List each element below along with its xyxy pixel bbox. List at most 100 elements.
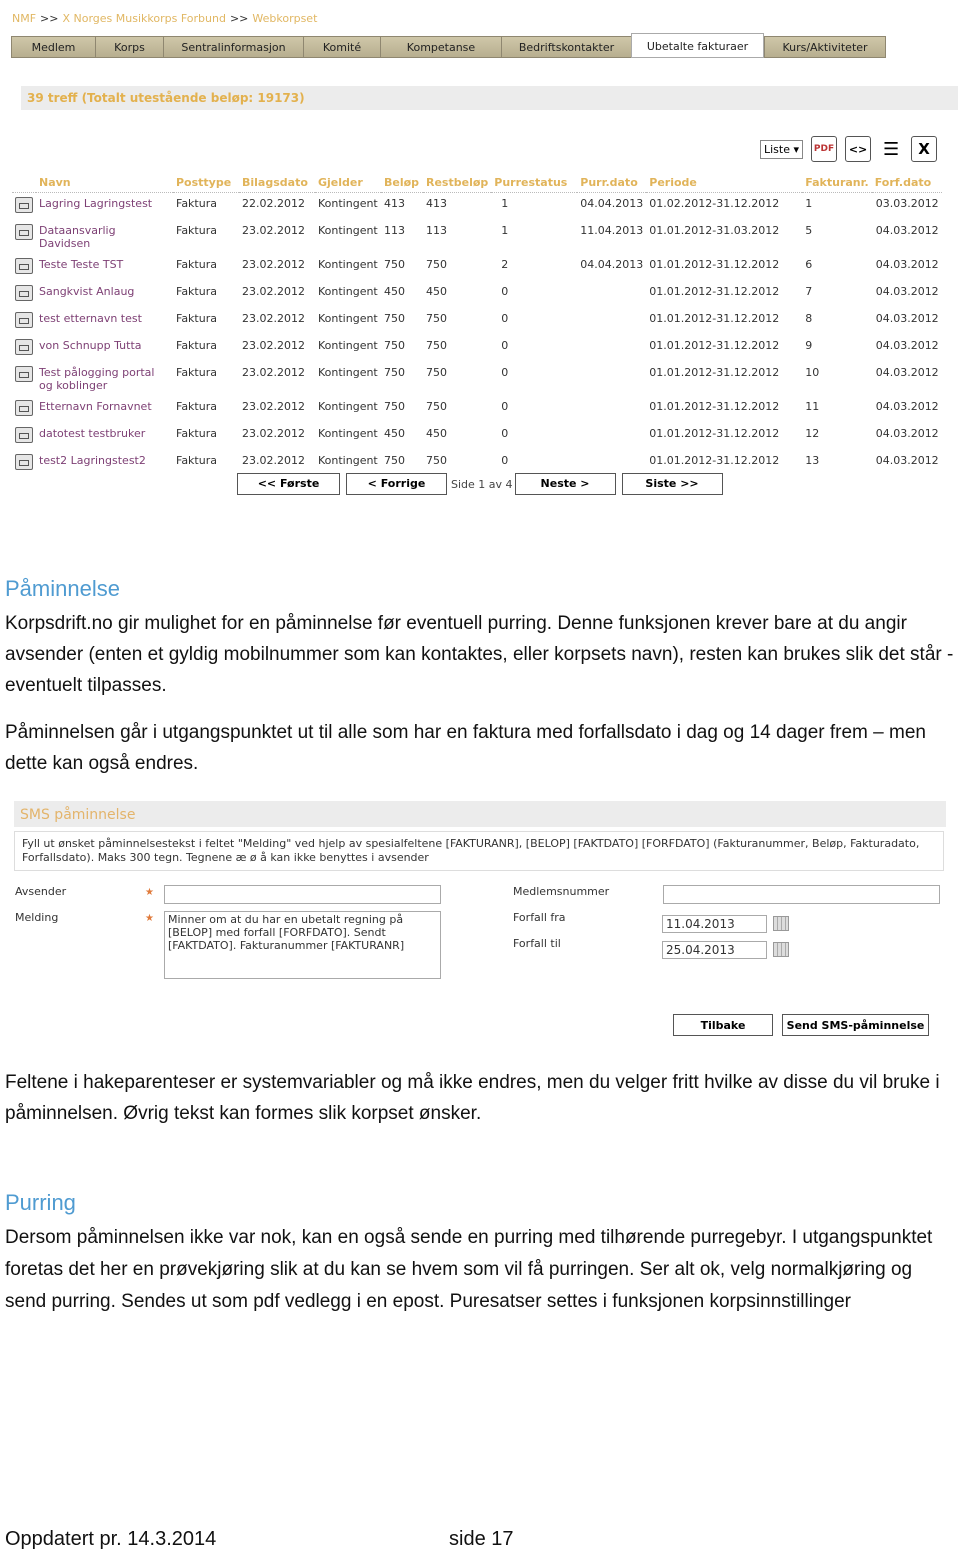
view-select[interactable]: Liste ▾ <box>760 139 804 159</box>
next-page-button[interactable]: Neste > <box>514 473 616 495</box>
cell-periode: 01.01.2012-31.12.2012 <box>649 339 780 352</box>
back-button[interactable]: Tilbake <box>673 1014 773 1036</box>
invoice-document-icon[interactable] <box>15 454 33 470</box>
cell-purrdato <box>577 423 646 450</box>
avsender-field[interactable] <box>164 885 441 904</box>
breadcrumb-webkorpset[interactable]: Webkorpset <box>252 12 317 25</box>
invoice-document-icon[interactable] <box>15 400 33 416</box>
calendar-icon[interactable] <box>773 942 789 957</box>
cell-gjelder: Kontingent <box>318 339 378 352</box>
col-header-forfdato[interactable]: Forf.dato <box>871 174 942 193</box>
prev-page-button[interactable]: < Forrige <box>346 473 447 495</box>
col-header-gjelder[interactable]: Gjelder <box>315 174 381 193</box>
cell-name[interactable]: test etternavn test <box>36 308 173 335</box>
cell-name[interactable]: datotest testbruker <box>36 423 173 450</box>
medlemsnummer-label: Medlemsnummer <box>513 885 610 898</box>
col-header-restbelop[interactable]: Restbeløp <box>423 174 492 193</box>
breadcrumb-forbund[interactable]: X Norges Musikkorps Forbund <box>62 12 225 25</box>
col-header-purrestatus[interactable]: Purrestatus <box>491 174 578 193</box>
table-row[interactable]: Sangkvist Anlaug Faktura 23.02.2012 Konting… <box>12 281 942 308</box>
invoice-document-icon[interactable] <box>15 339 33 355</box>
invoice-document-icon[interactable] <box>15 258 33 274</box>
section-title-paminnelse: Påminnelse <box>5 576 120 601</box>
table-row[interactable]: von Schnupp Tutta Faktura 23.02.2012 Kontin… <box>12 335 942 362</box>
excel-icon[interactable]: X <box>911 136 938 162</box>
breadcrumb-nmf[interactable]: NMF <box>12 12 36 25</box>
col-header-navn[interactable]: Navn <box>36 174 173 193</box>
cell-fakturanr: 10 <box>805 366 820 379</box>
col-header-periode[interactable]: Periode <box>646 174 803 193</box>
cell-periode: 01.02.2012-31.12.2012 <box>649 197 780 210</box>
table-row[interactable]: Teste Teste TST Faktura 23.02.2012 Kontinge… <box>12 254 942 281</box>
row-icon-cell <box>12 254 36 281</box>
cell-name[interactable]: Lagring Lagringstest <box>36 193 173 221</box>
cell-purrestatus: 0 <box>501 312 509 325</box>
list-icon[interactable]: ☰ <box>879 137 904 161</box>
invoice-document-icon[interactable] <box>15 224 33 240</box>
invoice-document-icon[interactable] <box>15 312 33 328</box>
cell-name[interactable]: Teste Teste TST <box>36 254 173 281</box>
forfall-fra-field[interactable]: 11.04.2013 <box>662 915 767 933</box>
purring-paragraph: Dersom påminnelsen ikke var nok, kan en … <box>5 1227 933 1312</box>
cell-gjelder: Kontingent <box>318 197 378 210</box>
invoice-document-icon[interactable] <box>15 197 33 213</box>
last-page-button[interactable]: Siste >> <box>621 473 723 495</box>
nav-tab-sentralinformasjon[interactable]: Sentralinformasjon <box>163 36 303 58</box>
calendar-icon[interactable] <box>773 916 789 931</box>
cell-fakturanr: 8 <box>805 312 813 325</box>
cell-posttype: Faktura <box>176 312 217 325</box>
nav-tab-korps[interactable]: Korps <box>95 36 163 58</box>
table-row[interactable]: datotest testbruker Faktura 23.02.2012 Kont… <box>12 423 942 450</box>
table-row[interactable]: Test pålogging portal og koblinger Faktur… <box>12 362 942 396</box>
col-header-fakturanr[interactable]: Fakturanr. <box>802 174 872 193</box>
nav-tab-komite[interactable]: Komité <box>303 36 380 58</box>
nav-tab-kurs-aktiviteter[interactable]: Kurs/Aktiviteter <box>764 36 886 58</box>
melding-textarea[interactable]: Minner om at du har en ubetalt regning p… <box>164 911 441 979</box>
cell-purrdato <box>577 281 646 308</box>
cell-fakturanr: 13 <box>805 454 820 467</box>
send-sms-button[interactable]: Send SMS-påminnelse <box>782 1014 929 1036</box>
forfall-til-field[interactable]: 25.04.2013 <box>662 941 767 959</box>
nav-tab-medlem[interactable]: Medlem <box>11 36 95 58</box>
table-row[interactable]: Etternavn Fornavnet Faktura 23.02.2012 Kont… <box>12 396 942 423</box>
table-row[interactable]: Dataansvarlig Davidsen Faktura 23.02.2012 K… <box>12 220 942 254</box>
section-title-purring: Purring <box>5 1190 76 1215</box>
cell-name[interactable]: test2 Lagringstest2 <box>36 450 173 477</box>
cell-name[interactable]: Etternavn Fornavnet <box>36 396 173 423</box>
cell-bilagsdato: 23.02.2012 <box>242 258 305 271</box>
nav-tab-bedriftskontakter[interactable]: Bedriftskontakter <box>501 36 631 58</box>
table-row[interactable]: Lagring Lagringstest Faktura 22.02.2012 Kon… <box>12 193 942 221</box>
col-header-purrdato[interactable]: Purr.dato <box>577 174 647 193</box>
footer-page-number: side 17 <box>449 1528 514 1550</box>
xml-icon[interactable]: <> <box>845 136 872 162</box>
cell-posttype: Faktura <box>176 366 217 379</box>
cell-name[interactable]: von Schnupp Tutta <box>36 335 173 362</box>
required-star-icon: ★ <box>145 887 154 898</box>
first-page-button[interactable]: << Første <box>237 473 340 495</box>
main-nav: Medlem Korps Sentralinformasjon Komité K… <box>11 33 886 60</box>
cell-belop: 750 <box>384 258 405 271</box>
cell-belop: 750 <box>384 339 405 352</box>
page-status: Side 1 av 4 <box>451 477 513 491</box>
cell-name[interactable]: Test pålogging portal og koblinger <box>36 362 173 396</box>
nav-tab-kompetanse[interactable]: Kompetanse <box>380 36 501 58</box>
breadcrumb: NMF >> X Norges Musikkorps Forbund >> Webkor… <box>12 12 317 25</box>
pdf-icon[interactable]: PDF <box>811 136 838 162</box>
table-row[interactable]: test etternavn test Faktura 23.02.2012 Kont… <box>12 308 942 335</box>
cell-posttype: Faktura <box>176 224 217 237</box>
cell-periode: 01.01.2012-31.12.2012 <box>649 400 780 413</box>
cell-bilagsdato: 23.02.2012 <box>242 224 305 237</box>
medlemsnummer-field[interactable] <box>663 885 940 904</box>
invoice-document-icon[interactable] <box>15 427 33 443</box>
col-header-posttype[interactable]: Posttype <box>173 174 239 193</box>
nav-tab-ubetalte-fakturaer[interactable]: Ubetalte fakturaer <box>631 33 764 58</box>
cell-name[interactable]: Sangkvist Anlaug <box>36 281 173 308</box>
cell-name[interactable]: Dataansvarlig Davidsen <box>36 220 173 254</box>
cell-forfdato: 04.03.2012 <box>875 454 939 467</box>
cell-belop: 750 <box>384 366 405 379</box>
cell-belop: 750 <box>384 400 405 413</box>
invoice-document-icon[interactable] <box>15 285 33 301</box>
col-header-belop[interactable]: Beløp <box>381 174 423 193</box>
col-header-bilagsdato[interactable]: Bilagsdato <box>239 174 315 193</box>
invoice-document-icon[interactable] <box>15 366 33 382</box>
